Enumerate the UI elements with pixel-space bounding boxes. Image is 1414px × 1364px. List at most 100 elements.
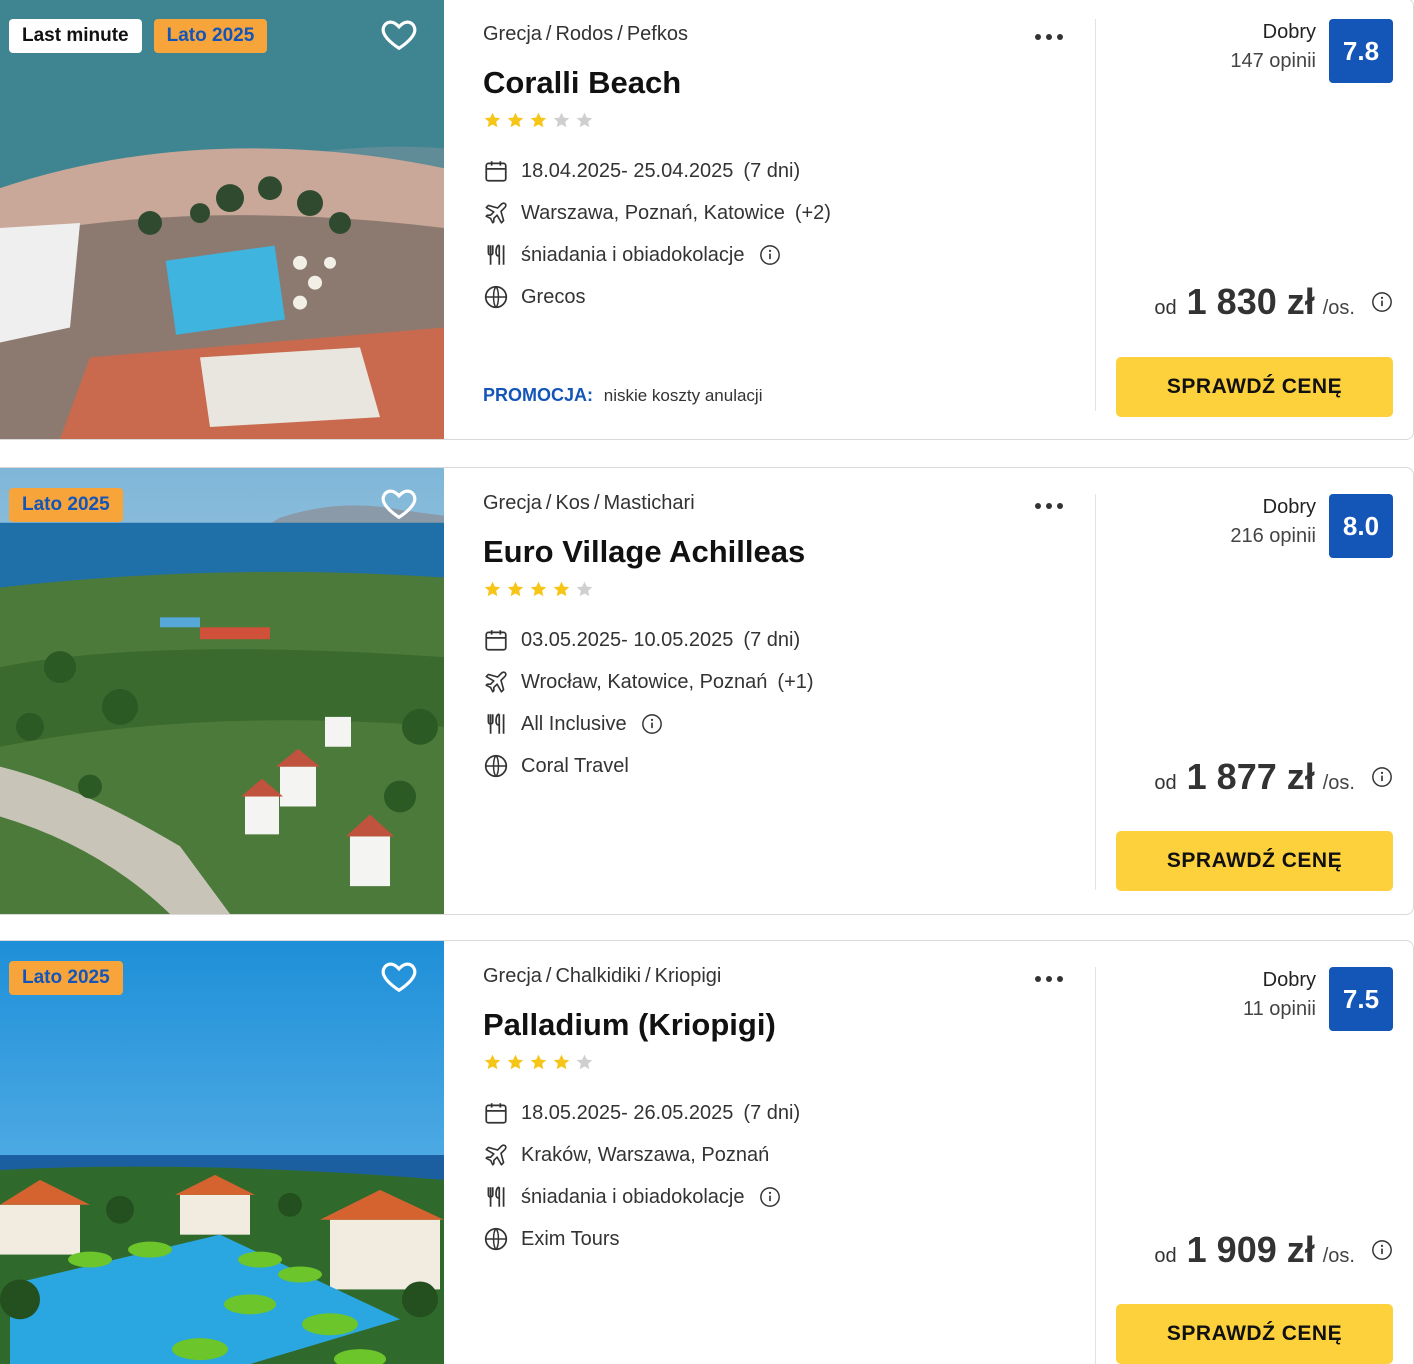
star-icon (484, 112, 501, 128)
duration: (7 dni) (743, 628, 801, 651)
price-amount: 1 830 zł (1186, 281, 1315, 322)
hotel-name[interactable]: Palladium (Kriopigi) (483, 1007, 1083, 1043)
price-prefix: od (1154, 297, 1177, 319)
offer-card[interactable]: Lato 2025 Grecja / Chalkidiki / Kriopigi Pal… (0, 940, 1414, 1364)
hotel-photo-image (0, 0, 444, 439)
breadcrumb-city[interactable]: Pefkos (627, 23, 688, 45)
rating[interactable]: Dobry 147 opinii 7.8 (1230, 19, 1393, 83)
operator-row: Exim Tours (483, 1218, 1083, 1260)
tour-operator: Coral Travel (521, 754, 629, 777)
score-badge: 7.5 (1329, 967, 1393, 1031)
star-icon (530, 112, 547, 128)
operator-row: Grecos (483, 276, 1083, 318)
info-icon[interactable] (1371, 766, 1393, 788)
board-row: śniadania i obiadokolacje (483, 1176, 1083, 1218)
dates-row: 18.04.2025- 25.04.2025 (7 dni) (483, 150, 1083, 192)
divider (1095, 494, 1096, 890)
breadcrumb-region[interactable]: Chalkidiki (555, 965, 641, 987)
heart-icon[interactable] (380, 957, 418, 995)
rating[interactable]: Dobry 11 opinii 7.5 (1243, 967, 1393, 1031)
hotel-photo[interactable]: Lato 2025 (0, 468, 444, 914)
badges: Last minute Lato 2025 (9, 19, 268, 53)
plane-icon (485, 1144, 507, 1166)
breadcrumb-country[interactable]: Grecja (483, 492, 542, 514)
calendar-icon (485, 161, 507, 182)
breadcrumb-region[interactable]: Rodos (555, 23, 613, 45)
globe-icon (484, 754, 508, 778)
heart-icon[interactable] (380, 484, 418, 522)
star-rating (483, 1053, 1083, 1072)
star-rating (483, 111, 1083, 130)
more-dots-icon[interactable] (1033, 971, 1065, 987)
price-prefix: od (1154, 772, 1177, 794)
departure-cities: Warszawa, Poznań, Katowice (521, 201, 785, 224)
tour-operator: Grecos (521, 285, 586, 308)
offer-card[interactable]: Lato 2025 Grecja / Kos / Mastichari Euro Vil… (0, 467, 1414, 915)
globe-icon (484, 285, 508, 309)
breadcrumb-country[interactable]: Grecja (483, 23, 542, 45)
offer-info: Grecja / Chalkidiki / Kriopigi Palladium (Kr… (483, 965, 1083, 1260)
info-icon[interactable] (641, 713, 663, 735)
offer-card[interactable]: Last minute Lato 2025 Grecja / Rodos / Pefko… (0, 0, 1414, 440)
offer-info: Grecja / Kos / Mastichari Euro Village Achil… (483, 492, 1083, 787)
operator-row: Coral Travel (483, 745, 1083, 787)
more-dots-icon[interactable] (1033, 498, 1065, 514)
star-icon (576, 581, 593, 597)
review-count[interactable]: 11 opinii (1243, 998, 1316, 1021)
hotel-photo[interactable]: Lato 2025 (0, 941, 444, 1364)
badges: Lato 2025 (9, 961, 123, 995)
promo: PROMOCJA: niskie koszty anulacji (483, 385, 763, 406)
price: od 1 909 zł /os. (1154, 1229, 1393, 1271)
star-icon (507, 1054, 524, 1070)
review-count[interactable]: 147 opinii (1230, 50, 1316, 73)
star-icon (553, 581, 570, 597)
plane-icon (485, 202, 507, 224)
star-icon (576, 1054, 593, 1070)
rating[interactable]: Dobry 216 opinii 8.0 (1230, 494, 1393, 558)
breadcrumb-country[interactable]: Grecja (483, 965, 542, 987)
info-icon[interactable] (1371, 291, 1393, 313)
more-dots-icon[interactable] (1033, 29, 1065, 45)
review-count[interactable]: 216 opinii (1230, 525, 1316, 548)
hotel-photo-image (0, 941, 444, 1364)
dates-row: 18.05.2025- 26.05.2025 (7 dni) (483, 1092, 1083, 1134)
info-icon[interactable] (759, 244, 781, 266)
divider (1095, 19, 1096, 411)
hotel-name[interactable]: Euro Village Achilleas (483, 534, 1083, 570)
check-price-button[interactable]: SPRAWDŹ CENĘ (1116, 357, 1393, 417)
calendar-icon (485, 1103, 507, 1124)
hotel-photo[interactable]: Last minute Lato 2025 (0, 0, 444, 439)
breadcrumb-city[interactable]: Kriopigi (655, 965, 722, 987)
calendar-icon (485, 630, 507, 651)
price-amount: 1 877 zł (1186, 756, 1315, 797)
dates: 18.05.2025- 26.05.2025 (521, 1101, 734, 1124)
tour-operator: Exim Tours (521, 1227, 620, 1250)
star-icon (507, 581, 524, 597)
promo-text: niskie koszty anulacji (603, 386, 763, 405)
breadcrumb-region[interactable]: Kos (555, 492, 589, 514)
breadcrumb-city[interactable]: Mastichari (604, 492, 695, 514)
info-icon[interactable] (759, 1186, 781, 1208)
badge-season: Lato 2025 (153, 19, 268, 53)
breadcrumb: Grecja / Rodos / Pefkos (483, 23, 688, 45)
star-icon (507, 112, 524, 128)
star-icon (576, 112, 593, 128)
dates: 03.05.2025- 10.05.2025 (521, 628, 734, 651)
star-icon (553, 112, 570, 128)
board-row: śniadania i obiadokolacje (483, 234, 1083, 276)
rating-word: Dobry (1262, 21, 1316, 43)
heart-icon[interactable] (380, 15, 418, 53)
info-icon[interactable] (1371, 1239, 1393, 1261)
departures-row: Wrocław, Katowice, Poznań (+1) (483, 661, 1083, 703)
price-amount: 1 909 zł (1186, 1229, 1315, 1270)
divider (1095, 967, 1096, 1364)
star-icon (484, 581, 501, 597)
departures-more[interactable]: (+1) (777, 671, 813, 694)
check-price-button[interactable]: SPRAWDŹ CENĘ (1116, 1304, 1393, 1364)
badge-season: Lato 2025 (9, 961, 123, 995)
departures-more[interactable]: (+2) (795, 202, 831, 225)
departures-row: Warszawa, Poznań, Katowice (+2) (483, 192, 1083, 234)
check-price-button[interactable]: SPRAWDŹ CENĘ (1116, 831, 1393, 891)
hotel-name[interactable]: Coralli Beach (483, 65, 1083, 101)
breadcrumb: Grecja / Chalkidiki / Kriopigi (483, 965, 722, 987)
